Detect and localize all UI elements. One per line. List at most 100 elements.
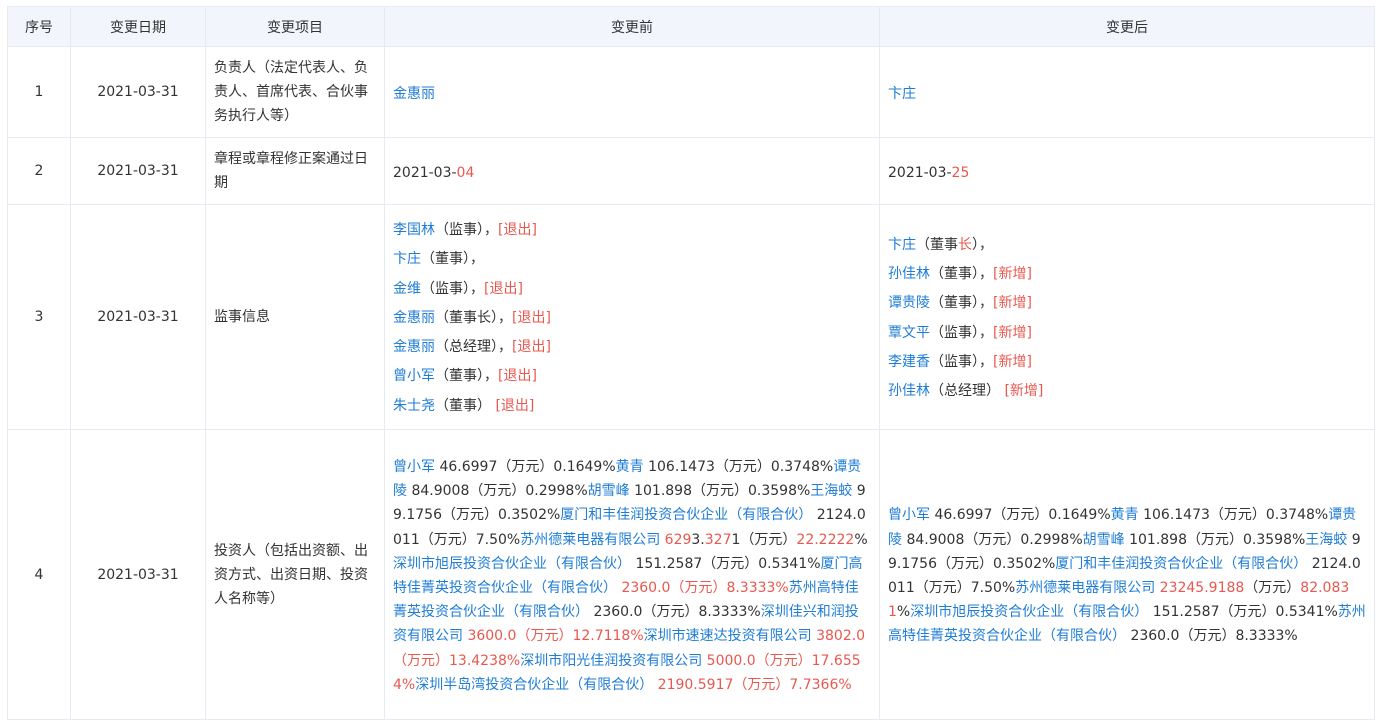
- person-link[interactable]: 孙佳林: [888, 383, 930, 399]
- row-date: 2021-03-31: [70, 429, 206, 720]
- header-index: 序号: [7, 6, 71, 47]
- person-link[interactable]: 李国林: [393, 222, 435, 238]
- before-cell: 曾小军 46.6997（万元）0.1649%黄青 106.1473（万元）0.3…: [384, 429, 880, 720]
- list-item: 孙佳林（董事），[新增]: [888, 260, 1366, 289]
- person-link[interactable]: 卞庄: [393, 251, 421, 267]
- role-label: （总经理）: [930, 383, 1000, 400]
- table-row: 3 2021-03-31 监事信息 李国林（监事），[退出] 卞庄（董事）， 金…: [7, 203, 1375, 431]
- status-tag: [退出]: [512, 309, 551, 326]
- investor-amount-changed: 232: [1159, 580, 1187, 597]
- after-cell: 曾小军 46.6997（万元）0.1649%黄青 106.1473（万元）0.3…: [879, 429, 1375, 720]
- investor-link[interactable]: 深圳市速速达投资有限公司: [644, 628, 812, 644]
- list-item: 李国林（监事），[退出]: [393, 216, 871, 245]
- investor-link[interactable]: 黄青: [1111, 507, 1139, 523]
- header-before: 变更前: [384, 6, 880, 47]
- investor-link[interactable]: 厦门和丰佳润投资合伙企业（有限合伙）: [1055, 556, 1307, 572]
- status-tag: [新增]: [993, 324, 1032, 341]
- investor-amount: 2360.0（万元）8.3333%: [1130, 628, 1298, 645]
- person-link[interactable]: 金维: [393, 281, 421, 297]
- before-cell: 金惠丽: [384, 46, 880, 138]
- investor-amount: 3.: [691, 531, 705, 548]
- investor-amount-changed: 3600.0（万元）12.7118%: [467, 628, 644, 645]
- row-item: 投资人（包括出资额、出资方式、出资日期、投资人名称等）: [205, 429, 385, 720]
- role-label: （董事）: [930, 295, 979, 312]
- investor-link[interactable]: 胡雪峰: [1083, 532, 1125, 548]
- person-link[interactable]: 金惠丽: [393, 339, 435, 355]
- investor-link[interactable]: 曾小军: [393, 459, 435, 475]
- investor-amount: 151.2587（万元）0.5341%: [1152, 604, 1338, 621]
- date-changed-part: 25: [951, 164, 970, 181]
- investor-amount-changed: 45.9: [1186, 580, 1218, 597]
- role-label-end: ）: [972, 236, 979, 253]
- person-link[interactable]: 金惠丽: [393, 86, 435, 102]
- list-item: 孙佳林（总经理） [新增]: [888, 377, 1366, 406]
- before-cell: 李国林（监事），[退出] 卞庄（董事）， 金维（监事），[退出] 金惠丽（董事长…: [384, 203, 880, 431]
- role-changed-part: 长: [958, 236, 972, 253]
- header-change-date: 变更日期: [70, 6, 206, 47]
- row-index: 2: [7, 137, 71, 205]
- investor-amount: 101.898（万元）0.3598%: [1129, 531, 1306, 548]
- person-link[interactable]: 金惠丽: [393, 310, 435, 326]
- separator: ，: [470, 280, 484, 297]
- row-index: 4: [7, 429, 71, 720]
- investor-amount: 84.9008（万元）0.2998%: [906, 531, 1083, 548]
- investor-link[interactable]: 深圳市旭辰投资合伙企业（有限合伙）: [393, 556, 631, 572]
- row-item: 监事信息: [205, 203, 385, 431]
- list-item: 卞庄（董事长），: [888, 231, 1366, 260]
- table-row: 2 2021-03-31 章程或章程修正案通过日期 2021-03-04 202…: [7, 137, 1375, 205]
- investor-link[interactable]: 深圳半岛湾投资合伙企业（有限合伙）: [415, 677, 653, 693]
- investor-link[interactable]: 王海蛟: [810, 483, 852, 499]
- separator: ，: [498, 339, 512, 356]
- person-link[interactable]: 卞庄: [888, 237, 916, 253]
- list-item: 金惠丽（董事长），[退出]: [393, 304, 871, 333]
- role-label: （董事）: [435, 397, 491, 414]
- list-item: 覃文平（监事），[新增]: [888, 319, 1366, 348]
- person-link[interactable]: 卞庄: [888, 86, 916, 102]
- person-link[interactable]: 李建香: [888, 354, 930, 370]
- role-label: （总经理）: [435, 339, 498, 356]
- investor-link[interactable]: 苏州德莱电器有限公司: [520, 532, 660, 548]
- role-label: （监事）: [930, 324, 979, 341]
- separator: ，: [484, 368, 498, 385]
- header-after: 变更后: [879, 6, 1375, 47]
- person-link[interactable]: 孙佳林: [888, 266, 930, 282]
- table-header-row: 序号 变更日期 变更项目 变更前 变更后: [7, 6, 1375, 47]
- person-link[interactable]: 谭贵陵: [888, 295, 930, 311]
- row-index: 3: [7, 203, 71, 431]
- separator: ，: [498, 309, 512, 326]
- header-change-item: 变更项目: [205, 6, 385, 47]
- investor-link[interactable]: 胡雪峰: [588, 483, 630, 499]
- investor-amount: 84.9008（万元）0.2998%: [411, 483, 588, 500]
- investor-amount: 106.1473（万元）0.3748%: [648, 459, 834, 476]
- investor-link[interactable]: 王海蛟: [1305, 532, 1347, 548]
- investor-link[interactable]: 深圳市旭辰投资合伙企业（有限合伙）: [910, 604, 1148, 620]
- investor-amount-changed: 2190.5917（万元）7.7366%: [657, 676, 852, 693]
- investor-link[interactable]: 黄青: [616, 459, 644, 475]
- before-cell: 2021-03-04: [384, 137, 880, 205]
- after-cell: 卞庄: [879, 46, 1375, 138]
- role-label: （监事）: [930, 353, 979, 370]
- investor-amount: 151.2587（万元）0.5341%: [635, 555, 821, 572]
- date-prefix: 2021-03-: [393, 164, 457, 181]
- role-label: （监事）: [435, 222, 484, 238]
- separator: ，: [979, 265, 993, 282]
- investor-amount-changed: 188: [1217, 580, 1245, 597]
- person-link[interactable]: 朱士尧: [393, 398, 435, 414]
- investor-link[interactable]: 深圳市阳光佳润投资有限公司: [520, 653, 702, 669]
- investor-amount: 46.6997（万元）0.1649%: [934, 507, 1111, 524]
- list-item: 谭贵陵（董事），[新增]: [888, 289, 1366, 318]
- status-tag: [退出]: [512, 339, 551, 356]
- investor-link[interactable]: 苏州德莱电器有限公司: [1015, 580, 1155, 596]
- person-link[interactable]: 覃文平: [888, 325, 930, 341]
- separator: ，: [979, 236, 993, 253]
- person-link[interactable]: 曾小军: [393, 368, 435, 384]
- investor-amount: %: [896, 604, 911, 621]
- investor-link[interactable]: 曾小军: [888, 507, 930, 523]
- row-date: 2021-03-31: [70, 46, 206, 138]
- list-item: 李建香（监事），[新增]: [888, 348, 1366, 377]
- investor-link[interactable]: 厦门和丰佳润投资合伙企业（有限合伙）: [560, 507, 812, 523]
- status-tag: [新增]: [1004, 383, 1044, 400]
- separator: ，: [979, 353, 993, 370]
- list-item: 朱士尧（董事） [退出]: [393, 392, 871, 421]
- status-tag: [退出]: [498, 368, 537, 385]
